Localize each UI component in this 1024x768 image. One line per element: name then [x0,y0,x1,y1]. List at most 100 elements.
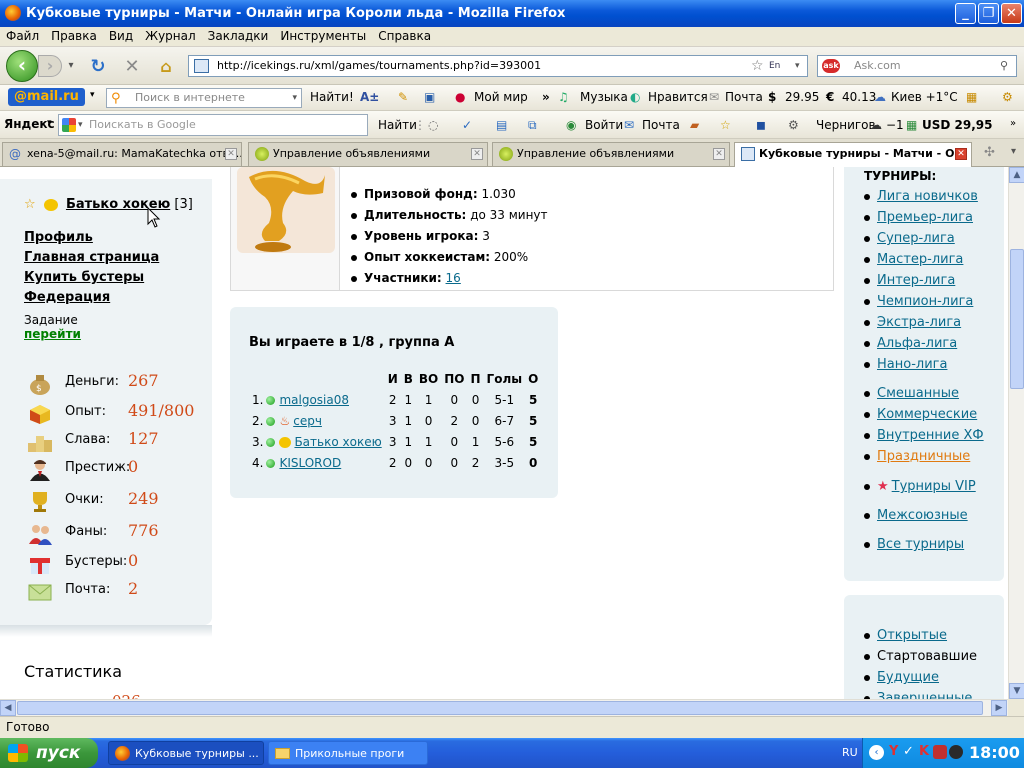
menu-tools[interactable]: Инструменты [274,27,372,45]
league-link[interactable]: Интер-лига [877,273,955,288]
yandex-mail-link[interactable]: Почта [642,118,680,132]
tray-antivirus-icon[interactable] [933,745,947,759]
highlight-icon[interactable]: ✎ [398,90,408,104]
bookmarks-icon[interactable]: ⋮ [414,118,426,132]
city-name[interactable]: Чернигов [816,118,876,132]
tab-ads-2[interactable]: Управление объявлениями ✕ [492,142,730,166]
ya-money-icon[interactable]: ▰ [690,118,699,132]
league-link[interactable]: Экстра-лига [877,315,961,330]
screenshot-icon[interactable]: ▣ [424,90,435,104]
forward-button[interactable]: › [38,55,62,77]
dropdown-icon[interactable]: ▾ [292,89,297,107]
text-size-icon[interactable]: A± [360,90,379,104]
finished-link[interactable]: Завершенные [877,691,972,699]
mailru-menu-icon[interactable]: ▾ [90,90,95,100]
horizontal-scroll-thumb[interactable] [17,701,983,715]
open-link[interactable]: Открытые [877,628,947,643]
city-temperature[interactable]: −1 [886,118,904,132]
buy-boosters-link[interactable]: Купить бустеры [24,270,144,285]
mailru-settings-icon[interactable]: ⚙ [1002,90,1013,104]
horizontal-scrollbar[interactable]: ◀ ▶ [0,699,1008,716]
team-link[interactable]: серч [293,414,322,428]
tab-close-icon[interactable]: ✕ [955,148,967,160]
league-link[interactable]: Нано-лига [877,357,947,372]
history-dropdown-icon[interactable]: ▾ [64,57,78,75]
tab-close-icon[interactable]: ✕ [225,148,237,160]
menu-bookmarks[interactable]: Закладки [202,27,275,45]
scroll-up-icon[interactable]: ▲ [1009,167,1024,183]
participants-link[interactable]: 16 [446,271,461,285]
menu-file[interactable]: Файл [0,27,45,45]
interunion-link[interactable]: Межсоюзные [877,508,968,523]
federation-link[interactable]: Федерация [24,290,110,305]
league-link[interactable]: Чемпион-лига [877,294,973,309]
yandex-usd-rate[interactable]: USD 29,95 [922,118,992,132]
home-page-link[interactable]: Главная страница [24,250,159,265]
scroll-left-icon[interactable]: ◀ [0,700,16,716]
tab-close-icon[interactable]: ✕ [471,148,483,160]
cube-icon[interactable]: ◼ [756,118,766,132]
scroll-right-icon[interactable]: ▶ [991,700,1007,716]
vertical-scroll-thumb[interactable] [1010,249,1024,389]
google-search-input[interactable]: ▾ Поискать в Google [58,114,368,136]
translate-icon[interactable]: ▤ [496,118,507,132]
language-indicator[interactable]: RU [842,746,858,759]
league-link[interactable]: Лига новичков [877,189,978,204]
yandex-login-link[interactable]: Войти [585,118,623,132]
eur-rate[interactable]: 40.13 [842,90,876,104]
future-link[interactable]: Будущие [877,670,939,685]
task-folder[interactable]: Прикольные проги [268,741,428,765]
engine-dropdown-icon[interactable]: ▾ [78,115,83,135]
tab-ads-1[interactable]: Управление объявлениями ✕ [248,142,488,166]
league-link[interactable]: Супер-лига [877,231,955,246]
mailru-find-button[interactable]: Найти! [310,90,354,104]
speech-bubble-icon[interactable]: ◌ [428,118,438,132]
team-link[interactable]: KISLOROD [279,456,341,470]
profile-link[interactable]: Профиль [24,230,93,245]
search-magnifier-icon[interactable]: ⚲ [1000,56,1008,76]
pages-icon[interactable]: ⧉ [528,118,537,133]
tab-list-icon[interactable]: ▾ [1011,146,1016,157]
league-link[interactable]: Премьер-лига [877,210,973,225]
tray-expand-icon[interactable]: ‹ [869,745,884,760]
team-link[interactable]: malgosia08 [279,393,349,407]
all-tournaments-link[interactable]: Все турниры [877,537,964,552]
holiday-link[interactable]: Праздничные [877,449,970,464]
task-go-link[interactable]: перейти [24,327,81,341]
tray-check-icon[interactable]: ✓ [903,744,914,759]
clock[interactable]: 18:00 [969,743,1020,762]
league-link[interactable]: Мастер-лига [877,252,963,267]
minimize-button[interactable]: _ [955,3,976,24]
tray-media-icon[interactable] [949,745,963,759]
music-link[interactable]: Музыка [580,90,628,104]
type-link[interactable]: Смешанные [877,386,959,401]
new-tab-icon[interactable]: ✣ [984,145,995,160]
menu-history[interactable]: Журнал [139,27,202,45]
mailru-logo[interactable]: @mail.ru [8,88,85,106]
moi-mir-link[interactable]: Мой мир [474,90,528,104]
favorites-star-icon[interactable]: ☆ [720,118,731,132]
more-chevron[interactable]: » [542,90,550,104]
tab-mail[interactable]: @ xena-5@mail.ru: MamaKatechka отве... ✕ [2,142,242,166]
ask-engine-icon[interactable]: ask [822,59,840,73]
mailru-search-input[interactable]: ⚲ Поиск в интернете ▾ [106,88,302,108]
reload-icon[interactable]: ↻ [88,57,108,77]
type-link[interactable]: Коммерческие [877,407,977,422]
start-button[interactable]: пуск [0,738,98,768]
league-link[interactable]: Альфа-лига [877,336,957,351]
scroll-down-icon[interactable]: ▼ [1009,683,1024,699]
yandex-find-button[interactable]: Найти [378,118,417,132]
mail-link[interactable]: Почта [725,90,763,104]
vertical-scrollbar[interactable]: ▲ ▼ [1008,167,1024,699]
search-box[interactable]: ask Ask.com ⚲ [817,55,1017,77]
menu-edit[interactable]: Правка [45,27,103,45]
vip-link[interactable]: Турниры VIP [892,479,976,494]
menu-view[interactable]: Вид [103,27,139,45]
tray-app-icon[interactable]: Y [889,744,898,759]
menu-help[interactable]: Справка [372,27,437,45]
team-link[interactable]: Батько хокею [294,435,381,449]
home-icon[interactable]: ⌂ [156,57,176,77]
tray-k-icon[interactable]: K [919,744,929,759]
like-link[interactable]: Нравится [648,90,708,104]
yandex-settings-icon[interactable]: ⚙ [788,118,799,132]
